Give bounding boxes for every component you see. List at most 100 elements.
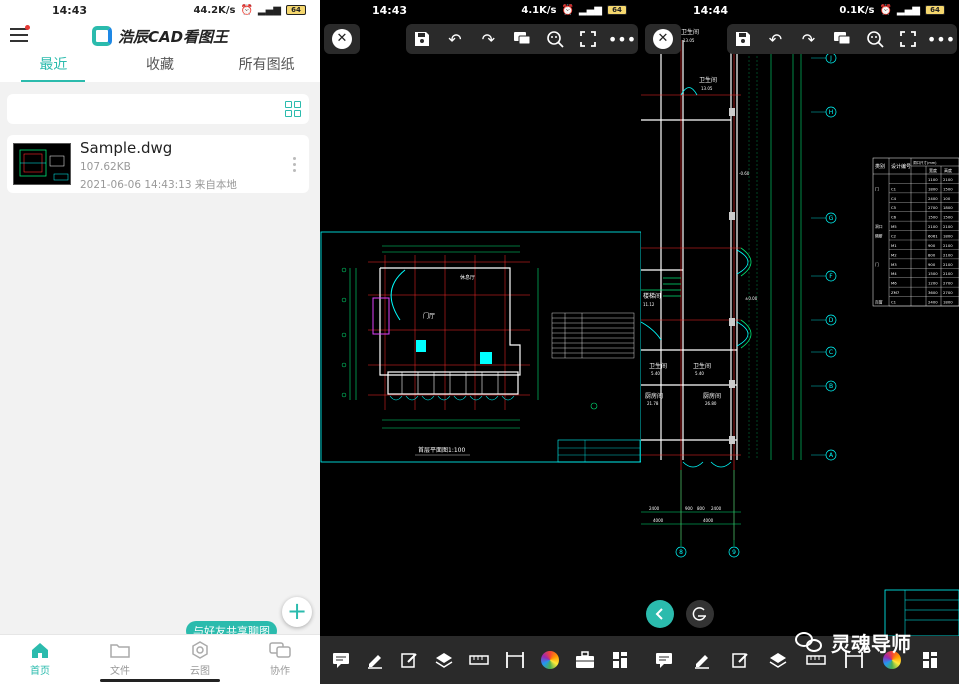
table-header: 宽度 xyxy=(929,167,937,173)
dimension-icon[interactable] xyxy=(505,649,525,671)
edit-icon[interactable] xyxy=(729,649,751,671)
room-area: 13.05 xyxy=(683,38,695,43)
grid-label: B xyxy=(829,383,833,390)
close-button[interactable]: ✕ xyxy=(324,24,360,54)
nav-home[interactable]: 首页 xyxy=(0,635,80,684)
edit-icon[interactable] xyxy=(400,649,418,671)
redo-icon[interactable]: ↷ xyxy=(799,29,818,49)
nav-collab[interactable]: 协作 xyxy=(240,635,320,684)
table-cell: M3 xyxy=(891,262,897,267)
nav-collab-label: 协作 xyxy=(270,666,290,677)
alarm-icon: ⏰ xyxy=(240,4,253,16)
room-label: 卫生间 xyxy=(649,362,667,370)
apps-icon[interactable] xyxy=(919,649,941,671)
menu-icon[interactable] xyxy=(10,28,28,42)
folder-icon xyxy=(80,640,160,660)
color-wheel-icon[interactable] xyxy=(540,649,559,671)
watermark-text: 灵魂导师 xyxy=(831,632,911,656)
table-header: 洞口尺寸(mm) xyxy=(913,160,937,165)
file-name: Sample.dwg xyxy=(80,139,173,157)
table-header: 高度 xyxy=(944,167,952,173)
toolbox-icon[interactable] xyxy=(575,649,595,671)
room-area: 13.05 xyxy=(701,86,713,91)
table-cell: C4 xyxy=(891,196,897,201)
more-icon[interactable]: ••• xyxy=(608,29,636,49)
measure-icon[interactable] xyxy=(865,29,884,49)
layers-icon[interactable] xyxy=(767,649,789,671)
dimension-text: 2400 xyxy=(649,506,660,511)
grid-label: G xyxy=(829,215,834,222)
room-label: 卫生间 xyxy=(693,362,711,370)
comment-icon[interactable] xyxy=(832,29,851,49)
table-cell: C1 xyxy=(891,186,897,191)
table-cell: 1100 xyxy=(928,177,938,182)
nav-files[interactable]: 文件 xyxy=(80,635,160,684)
nav-files-label: 文件 xyxy=(110,666,130,677)
more-icon[interactable]: ••• xyxy=(927,29,955,49)
room-label: 厨房间 xyxy=(645,392,663,400)
table-cell: C1 xyxy=(891,300,897,305)
redo-icon[interactable]: ↷ xyxy=(479,29,498,49)
nav-cloud[interactable]: 云图 xyxy=(160,635,240,684)
table-cell: 门 xyxy=(875,262,879,267)
save-icon[interactable] xyxy=(733,29,752,49)
table-cell: 百窗 xyxy=(875,300,883,305)
save-icon[interactable] xyxy=(412,29,431,49)
pen-icon[interactable] xyxy=(366,649,384,671)
apps-icon[interactable] xyxy=(611,649,629,671)
undo-icon[interactable]: ↶ xyxy=(766,29,785,49)
ruler-icon[interactable] xyxy=(468,649,489,671)
comment-icon[interactable] xyxy=(512,29,531,49)
file-size: 107.62KB xyxy=(80,161,131,173)
network-speed: 44.2K/s xyxy=(193,4,236,16)
annotation-icon[interactable] xyxy=(653,649,675,671)
back-button[interactable] xyxy=(646,600,674,628)
tab-all-drawings[interactable]: 所有图纸 xyxy=(213,52,320,82)
table-cell: 100 xyxy=(943,196,951,201)
room-label-hall: 门厅 xyxy=(423,312,435,320)
add-button[interactable]: + xyxy=(282,597,312,627)
table-cell: 2100 xyxy=(943,252,953,257)
table-cell: 6061 xyxy=(928,234,938,239)
cad-drawing-canvas[interactable]: 门厅 休息厅 首层平面图1:100 xyxy=(320,0,641,684)
cad-drawing-canvas[interactable]: 卫生间 13.05 卫生间 13.05 楼梯间 11.12 卫生间 5.40 卫… xyxy=(641,0,959,684)
close-icon: ✕ xyxy=(332,29,352,49)
room-label: 卫生间 xyxy=(699,76,717,84)
signal-icon: ▂▄▆ xyxy=(257,4,281,16)
bottom-toolbar xyxy=(320,636,641,684)
grid-label: C xyxy=(829,349,833,356)
fullscreen-icon[interactable] xyxy=(579,29,598,49)
cad-viewer-overview: 14:43 4.1K/s ⏰ ▂▄▆ 64 门厅 休息厅 首层平面图1:100 … xyxy=(320,0,641,684)
table-cell: 3600 xyxy=(928,290,938,295)
undo-icon[interactable]: ↶ xyxy=(445,29,464,49)
layers-icon[interactable] xyxy=(435,649,453,671)
pen-icon[interactable] xyxy=(691,649,713,671)
dimension-text: 900 xyxy=(685,506,693,511)
fullscreen-icon[interactable] xyxy=(898,29,917,49)
table-cell: 2100 xyxy=(943,262,953,267)
table-cell: M4 xyxy=(891,271,897,276)
table-cell: 900 xyxy=(928,243,936,248)
table-cell: M2 xyxy=(891,252,897,257)
bottom-nav: 首页 文件 云图 协作 xyxy=(0,634,320,684)
measure-icon[interactable] xyxy=(545,29,564,49)
table-cell: 1800 xyxy=(943,234,953,239)
table-cell: M1 xyxy=(891,243,897,248)
tab-recent[interactable]: 最近 xyxy=(0,52,107,82)
schedule-table: 类别 设计编号 洞口尺寸(mm) 宽度 高度 1100 2100 门 C1 1800 15… xyxy=(872,157,959,307)
annotation-icon[interactable] xyxy=(332,649,350,671)
table-cell: 2100 xyxy=(943,177,953,182)
room-label-lounge: 休息厅 xyxy=(460,274,475,281)
top-toolbar: ↶ ↷ ••• xyxy=(406,24,638,54)
more-options-icon[interactable] xyxy=(293,157,297,175)
magnifier-button[interactable] xyxy=(686,600,714,628)
tab-favorites[interactable]: 收藏 xyxy=(107,52,214,82)
grid-label: F xyxy=(829,273,833,280)
table-cell: 门 xyxy=(875,186,879,191)
status-time: 14:43 xyxy=(52,3,88,17)
table-cell: 隔断 xyxy=(875,234,883,239)
file-list-item[interactable]: Sample.dwg 107.62KB 2021-06-06 14:43:13 … xyxy=(7,135,309,193)
grid-view-icon[interactable] xyxy=(285,101,301,117)
search-bar[interactable] xyxy=(7,94,309,124)
close-button[interactable]: ✕ xyxy=(645,24,681,54)
